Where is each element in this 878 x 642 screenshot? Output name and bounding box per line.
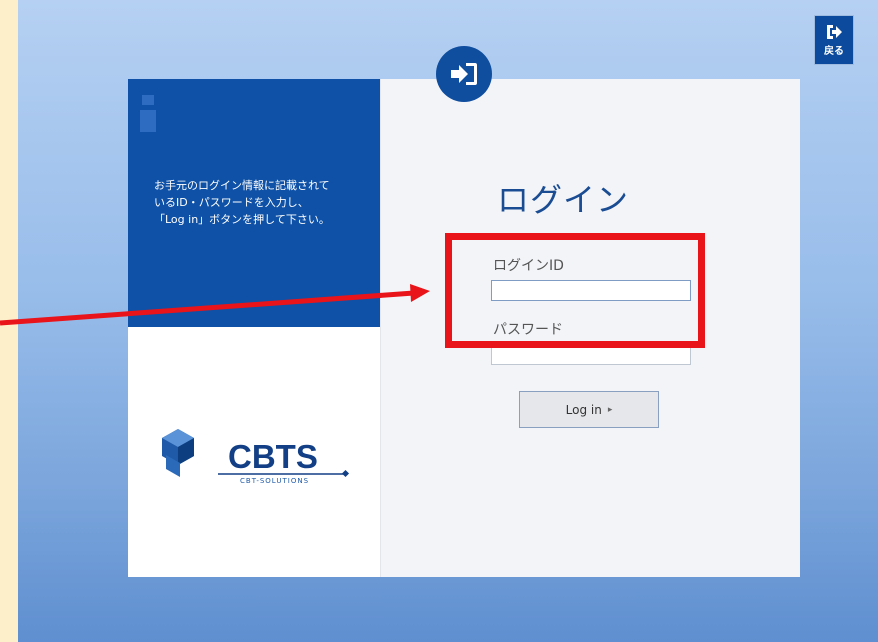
back-button-label: 戻る: [824, 45, 844, 57]
triangle-right-icon: ▸: [607, 404, 613, 415]
exit-icon: [827, 24, 842, 39]
login-button[interactable]: Log in ▸: [519, 391, 659, 428]
page-title: ログイン: [497, 181, 630, 219]
sign-in-icon: [436, 46, 492, 102]
logo-subtitle: CBT-SOLUTIONS: [240, 477, 309, 485]
info-icon: [140, 93, 158, 133]
info-panel: お手元のログイン情報に記載されて いるID・パスワードを入力し、 「Log in…: [128, 79, 380, 327]
logo-name: CBTS: [228, 438, 318, 475]
login-button-label: Log in: [565, 402, 602, 417]
back-button[interactable]: 戻る: [814, 15, 854, 65]
info-text: お手元のログイン情報に記載されて いるID・パスワードを入力し、 「Log in…: [154, 179, 330, 226]
highlight-box: [445, 233, 705, 348]
cbts-logo: CBTS CBT-SOLUTIONS: [162, 429, 350, 485]
logo-panel: CBTS CBT-SOLUTIONS: [128, 327, 380, 577]
